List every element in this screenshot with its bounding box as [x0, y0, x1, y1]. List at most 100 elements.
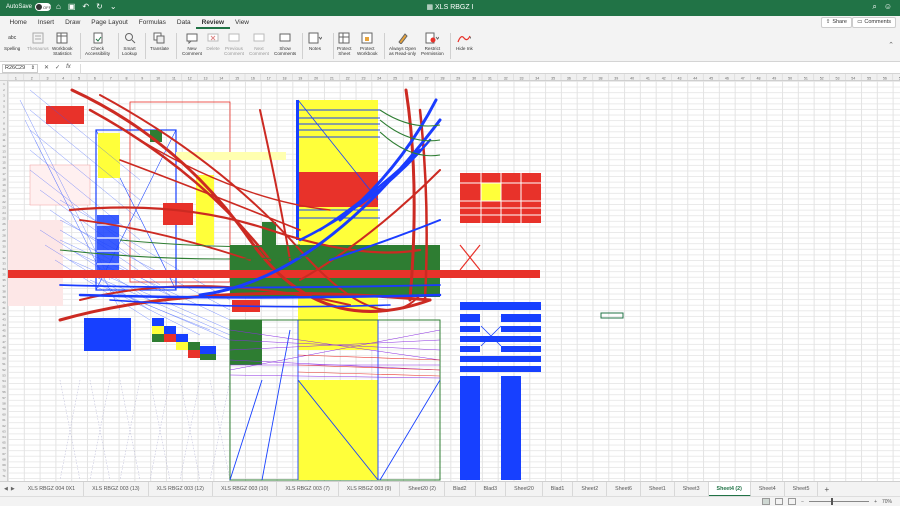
column-header-label[interactable]: 52: [820, 77, 824, 81]
column-header-label[interactable]: 27: [425, 77, 429, 81]
autosave-control[interactable]: AutoSave OFF: [6, 3, 52, 11]
column-header-label[interactable]: 19: [298, 77, 302, 81]
previous-comment-button[interactable]: Previous Comment: [224, 31, 244, 56]
tab-home[interactable]: Home: [4, 16, 32, 29]
sheet-tab[interactable]: Blad2: [445, 481, 476, 497]
row-header-label[interactable]: 35: [2, 273, 6, 277]
row-header-label[interactable]: 71: [2, 474, 6, 478]
show-comments-button[interactable]: Show Comments: [274, 31, 296, 56]
row-header-label[interactable]: 42: [2, 312, 6, 316]
column-header-label[interactable]: 3: [47, 77, 49, 81]
page-break-view-icon[interactable]: [788, 498, 797, 505]
column-header-label[interactable]: 32: [504, 77, 508, 81]
sheet-tab[interactable]: Sheet5: [785, 481, 819, 497]
row-header-label[interactable]: 51: [2, 362, 6, 366]
zoom-in-icon[interactable]: +: [874, 499, 877, 505]
sheet-tab[interactable]: XLS RBGZ 003 (7): [277, 481, 339, 497]
row-header-label[interactable]: 58: [2, 401, 6, 405]
row-header-label[interactable]: 31: [2, 250, 6, 254]
sheet-tab[interactable]: XLS RBGZ 003 (10): [213, 481, 278, 497]
row-header-label[interactable]: 1: [3, 82, 5, 86]
column-header-label[interactable]: 45: [709, 77, 713, 81]
column-header-label[interactable]: 24: [377, 77, 381, 81]
column-header-label[interactable]: 36: [567, 77, 571, 81]
row-header-label[interactable]: 24: [2, 211, 6, 215]
column-header-label[interactable]: 11: [172, 77, 176, 81]
sheet-tab[interactable]: Blad1: [543, 481, 574, 497]
thesaurus-button[interactable]: Thesaurus: [27, 31, 49, 51]
sheet-tab[interactable]: Sheet20: [506, 481, 543, 497]
column-header-label[interactable]: 13: [204, 77, 208, 81]
row-header-label[interactable]: 9: [3, 127, 5, 131]
row-header-label[interactable]: 5: [3, 105, 5, 109]
column-header-label[interactable]: 10: [156, 77, 160, 81]
sheet-nav-prev-icon[interactable]: ◀: [4, 486, 8, 492]
tab-insert[interactable]: Insert: [32, 16, 59, 29]
row-headers[interactable]: 1 2 3 4 5 6 7 8 9 10 11 12 13 14 15 16 17 18 19 20 21 22 23 24 2…: [0, 81, 8, 481]
spelling-button[interactable]: abc Spelling: [4, 31, 20, 51]
row-header-label[interactable]: 30: [2, 245, 6, 249]
customize-toolbar-icon[interactable]: ⌄: [110, 2, 117, 11]
column-header-label[interactable]: 41: [646, 77, 650, 81]
fx-icon[interactable]: fx: [66, 64, 71, 71]
column-header-label[interactable]: 51: [804, 77, 808, 81]
restrict-permission-button[interactable]: Restrict Permission: [421, 31, 444, 56]
smart-lookup-button[interactable]: Smart Lookup: [122, 31, 137, 56]
row-header-label[interactable]: 54: [2, 379, 6, 383]
row-header-label[interactable]: 43: [2, 317, 6, 321]
column-header-label[interactable]: 35: [551, 77, 555, 81]
row-header-label[interactable]: 37: [2, 284, 6, 288]
column-header-label[interactable]: 47: [741, 77, 745, 81]
delete-comment-button[interactable]: Delete: [206, 31, 220, 51]
row-header-label[interactable]: 20: [2, 189, 6, 193]
redo-icon[interactable]: ↻: [96, 2, 103, 11]
sheet-tab[interactable]: Sheet20 (2): [400, 481, 445, 497]
column-header-label[interactable]: 49: [772, 77, 776, 81]
tab-view[interactable]: View: [230, 16, 255, 29]
row-header-label[interactable]: 13: [2, 149, 6, 153]
cancel-icon[interactable]: ✕: [44, 64, 49, 71]
page-layout-view-icon[interactable]: [775, 498, 784, 505]
sheet-nav-next-icon[interactable]: ▶: [11, 486, 15, 492]
column-header-label[interactable]: 37: [583, 77, 587, 81]
row-header-label[interactable]: 25: [2, 217, 6, 221]
confirm-icon[interactable]: ✓: [55, 64, 60, 71]
column-header-label[interactable]: 43: [678, 77, 682, 81]
name-box[interactable]: R26C29 ⇕: [2, 64, 38, 73]
row-header-label[interactable]: 45: [2, 329, 6, 333]
column-header-label[interactable]: 29: [456, 77, 460, 81]
column-header-label[interactable]: 40: [630, 77, 634, 81]
row-header-label[interactable]: 55: [2, 385, 6, 389]
column-header-label[interactable]: 50: [788, 77, 792, 81]
row-header-label[interactable]: 40: [2, 301, 6, 305]
row-header-label[interactable]: 33: [2, 261, 6, 265]
row-header-label[interactable]: 47: [2, 340, 6, 344]
sheet-tab[interactable]: Sheet1: [641, 481, 675, 497]
sheet-tab[interactable]: Sheet3: [675, 481, 709, 497]
save-icon[interactable]: ▣: [68, 2, 76, 11]
row-header-label[interactable]: 65: [2, 441, 6, 445]
new-comment-button[interactable]: New Comment: [182, 31, 202, 56]
column-header-label[interactable]: 55: [867, 77, 871, 81]
column-header-label[interactable]: 31: [488, 77, 492, 81]
row-header-label[interactable]: 41: [2, 306, 6, 310]
column-header-label[interactable]: 44: [693, 77, 697, 81]
zoom-level[interactable]: 70%: [882, 499, 892, 505]
share-button[interactable]: ⇪ Share: [820, 17, 852, 28]
account-icon[interactable]: ☺: [884, 2, 892, 12]
row-header-label[interactable]: 28: [2, 233, 6, 237]
sheet-tab[interactable]: Sheet6: [607, 481, 641, 497]
tab-formulas[interactable]: Formulas: [133, 16, 171, 29]
zoom-thumb[interactable]: [831, 498, 834, 505]
row-header-label[interactable]: 69: [2, 463, 6, 467]
column-header-label[interactable]: 46: [725, 77, 729, 81]
formula-input[interactable]: [80, 64, 896, 73]
protect-workbook-button[interactable]: Protect Workbook: [357, 31, 378, 56]
translate-button[interactable]: Translate: [150, 31, 169, 51]
protect-sheet-button[interactable]: Protect Sheet: [337, 31, 352, 56]
column-header-label[interactable]: 22: [346, 77, 350, 81]
column-header-label[interactable]: 33: [520, 77, 524, 81]
sheet-tab[interactable]: XLS RBGZ 003 (9): [339, 481, 401, 497]
row-header-label[interactable]: 11: [2, 138, 5, 142]
next-comment-button[interactable]: Next Comment: [249, 31, 269, 56]
